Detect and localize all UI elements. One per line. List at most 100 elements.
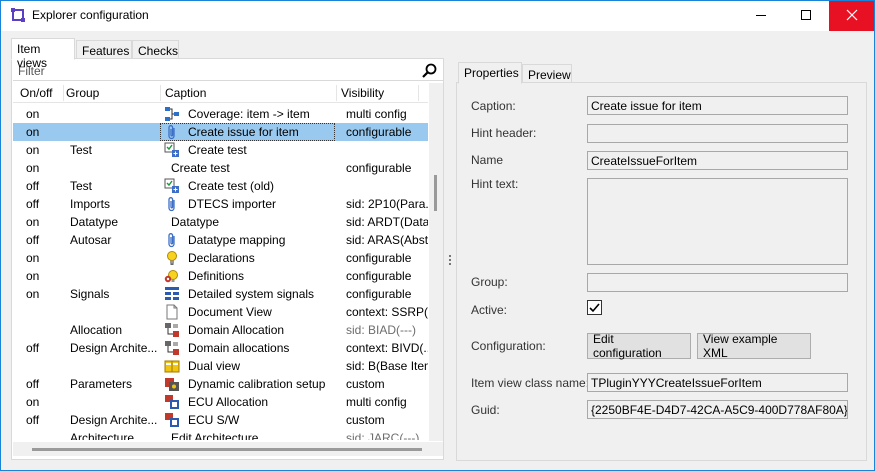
app-icon — [10, 7, 26, 23]
checkmark-icon — [588, 303, 601, 317]
column-divider[interactable] — [160, 85, 161, 101]
vertical-scroll-thumb[interactable] — [434, 175, 437, 211]
row-onoff: off — [26, 233, 40, 247]
table-row[interactable]: off Autosar Datatype mapping sid: ARAS(Abst… — [13, 231, 428, 249]
edit-configuration-button[interactable]: Edit configuration — [587, 332, 691, 360]
row-caption: Domain allocations — [188, 341, 290, 355]
item-view-class-name-field[interactable]: TPluginYYYCreateIssueForItem — [587, 373, 848, 392]
tab-preview[interactable]: Preview — [522, 64, 572, 84]
row-onoff: off — [26, 341, 40, 355]
column-header-group[interactable]: Group — [66, 86, 99, 100]
row-visibility: configurable — [346, 161, 412, 175]
item-views-panel: On/off Group Caption Visibility on Covera… — [11, 58, 444, 460]
test-icon — [164, 142, 180, 158]
row-visibility: sid: BIAD(---) — [346, 323, 416, 337]
row-visibility: sid: B(Base Item — [346, 359, 428, 373]
table-row[interactable]: on ECU Allocation multi config — [13, 393, 428, 411]
table-row[interactable]: Architecture Edit Architecture sid: JARC(-… — [13, 429, 428, 440]
ecu-icon — [164, 412, 180, 428]
row-onoff: on — [26, 215, 40, 229]
row-onoff: on — [26, 107, 40, 121]
row-group: Parameters — [70, 377, 133, 391]
row-caption: ECU S/W — [188, 413, 240, 427]
row-visibility: sid: 2P10(Para... — [346, 197, 428, 211]
horizontal-scroll-thumb[interactable] — [32, 448, 422, 451]
name-field[interactable]: CreateIssueForItem — [587, 151, 848, 170]
row-onoff: off — [26, 377, 40, 391]
row-caption: Dynamic calibration setup — [188, 377, 326, 391]
maximize-button[interactable] — [783, 1, 828, 31]
hint-header-field[interactable] — [587, 124, 848, 143]
table-row[interactable]: off Imports DTECS importer sid: 2P10(Para..… — [13, 195, 428, 213]
table-row[interactable]: on Declarations configurable — [13, 249, 428, 267]
column-divider[interactable] — [418, 85, 419, 101]
search-icon[interactable] — [421, 63, 439, 79]
row-visibility: configurable — [346, 269, 412, 283]
table-row[interactable]: off Test Create test (old) — [13, 177, 428, 195]
alloc-icon — [164, 340, 180, 356]
row-caption: Create test — [188, 143, 247, 157]
hint-header-label: Hint header: — [471, 126, 537, 140]
flow-icon — [164, 106, 180, 122]
caption-field[interactable]: Create issue for item — [587, 96, 848, 115]
table-row[interactable]: Allocation Domain Allocation sid: BIAD(---… — [13, 321, 428, 339]
table-row[interactable]: on Coverage: item -> item multi config — [13, 105, 428, 123]
dual-view-icon — [164, 358, 180, 374]
panel-splitter[interactable] — [448, 253, 452, 267]
row-caption: Dual view — [188, 359, 241, 373]
table-row[interactable]: on Definitions configurable — [13, 267, 428, 285]
vertical-scrollbar[interactable] — [429, 83, 443, 441]
row-caption: Coverage: item -> item — [188, 107, 310, 121]
guid-label: Guid: — [471, 403, 500, 417]
group-label: Group: — [471, 275, 508, 289]
document-icon — [164, 304, 180, 320]
minimize-icon — [755, 9, 766, 23]
row-group: Allocation — [70, 323, 123, 337]
row-visibility: configurable — [346, 251, 412, 265]
item-view-class-name-label: Item view class name: — [471, 376, 590, 390]
column-divider[interactable] — [336, 85, 337, 101]
group-field[interactable] — [587, 273, 848, 292]
row-onoff: on — [26, 251, 40, 265]
hint-text-field[interactable] — [587, 178, 848, 265]
row-visibility: configurable — [346, 287, 412, 301]
tab-features[interactable]: Features — [76, 40, 132, 60]
close-button[interactable] — [829, 1, 874, 31]
row-group: Design Archite... — [70, 413, 158, 427]
table-row[interactable]: on Create issue for item configurable — [13, 123, 428, 141]
view-example-xml-button[interactable]: View example XML — [697, 332, 811, 360]
table-row[interactable]: on Datatype Datatype sid: ARDT(Data... — [13, 213, 428, 231]
minimize-button[interactable] — [738, 1, 783, 31]
row-onoff: on — [26, 287, 40, 301]
column-header-caption[interactable]: Caption — [165, 86, 206, 100]
paperclip-icon — [164, 196, 180, 212]
table-row[interactable]: on Signals Detailed system signals configur… — [13, 285, 428, 303]
guid-field[interactable]: {2250BF4E-D4D7-42CA-A5C9-400D778AF80A} — [587, 400, 848, 419]
row-onoff: off — [26, 179, 40, 193]
tab-item-views[interactable]: Item views — [11, 38, 75, 70]
horizontal-scrollbar[interactable] — [13, 442, 443, 456]
bulb-icon — [164, 250, 180, 266]
table-row[interactable]: off Design Archite... Domain allocations co… — [13, 339, 428, 357]
table-row[interactable]: Dual view sid: B(Base Item — [13, 357, 428, 375]
calibration-icon — [164, 376, 180, 392]
column-header-visibility[interactable]: Visibility — [341, 86, 384, 100]
tab-properties[interactable]: Properties — [458, 62, 522, 84]
table-row[interactable]: on Create test configurable — [13, 159, 428, 177]
table-row[interactable]: Document View context: SSRP(... — [13, 303, 428, 321]
filter-input[interactable] — [16, 63, 416, 79]
table-row[interactable]: off Parameters Dynamic calibration setup cu… — [13, 375, 428, 393]
focus-rectangle — [160, 123, 335, 141]
tab-checks[interactable]: Checks — [132, 40, 179, 60]
active-checkbox[interactable] — [587, 300, 602, 315]
hint-text-label: Hint text: — [471, 177, 519, 191]
table-row[interactable]: off Design Archite... ECU S/W custom — [13, 411, 428, 429]
table-row[interactable]: on Test Create test — [13, 141, 428, 159]
column-header-onoff[interactable]: On/off — [20, 86, 52, 100]
row-caption: DTECS importer — [188, 197, 277, 211]
explorer-configuration-window: Explorer configuration Item views Featur… — [0, 0, 875, 471]
title-bar[interactable]: Explorer configuration — [1, 1, 874, 31]
column-divider[interactable] — [63, 85, 64, 101]
paperclip-icon — [164, 232, 180, 248]
row-onoff: on — [26, 269, 40, 283]
